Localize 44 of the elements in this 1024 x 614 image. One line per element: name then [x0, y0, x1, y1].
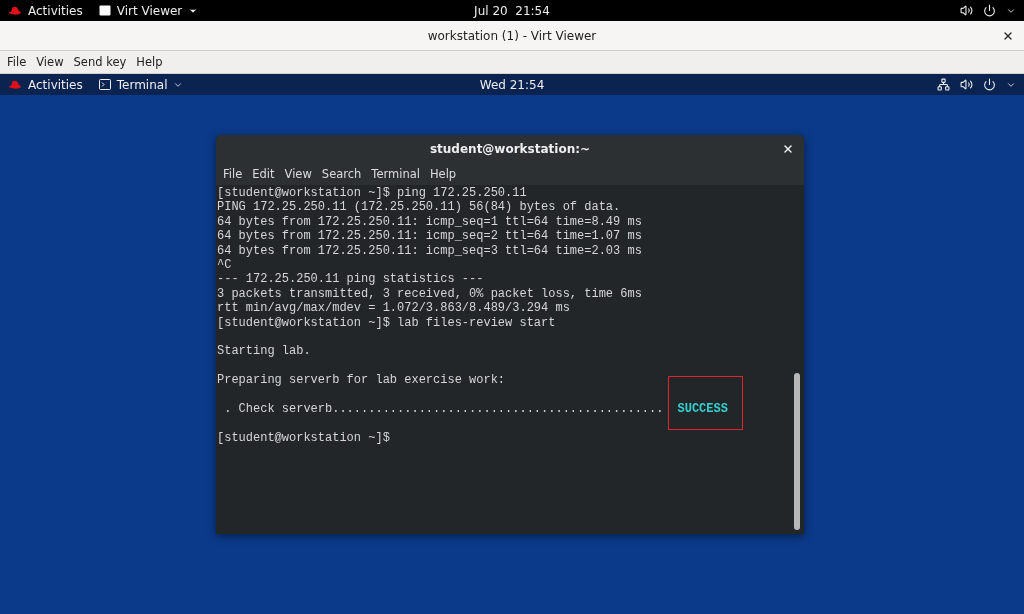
terminal-line: --- 172.25.250.11 ping statistics --- [217, 272, 485, 287]
menu-item[interactable]: File [3, 53, 31, 71]
volume-icon[interactable] [960, 4, 973, 17]
network-icon[interactable] [937, 78, 950, 91]
power-icon[interactable] [983, 78, 996, 91]
clock[interactable]: Wed 21:54 [479, 77, 545, 92]
terminal-icon [98, 79, 111, 90]
menu-item[interactable]: Help [132, 53, 167, 71]
app-menu[interactable]: Terminal [98, 77, 184, 92]
activities-button[interactable]: Activities [8, 77, 83, 92]
menu-item[interactable]: Send key [69, 53, 131, 71]
status-text: SUCCESS [677, 401, 728, 416]
window-icon [98, 5, 111, 16]
hat-logo [8, 5, 22, 16]
menu-item[interactable]: Terminal [367, 165, 424, 183]
app-menu[interactable]: Virt Viewer [98, 3, 199, 18]
terminal-line: rtt min/avg/max/mdev = 1.072/3.863/8.489/3.294 ms [217, 301, 571, 316]
terminal-line: 64 bytes from 172.25.250.11: icmp_seq=3 ttl=64 time=2.03 ms [217, 243, 643, 258]
power-icon[interactable] [983, 4, 996, 17]
menu-item[interactable]: View [280, 165, 316, 183]
menu-item[interactable]: Search [317, 165, 366, 183]
terminal-line: 3 packets transmitted, 3 received, 0% packet loss, time 6ms [217, 286, 643, 302]
terminal-line: 64 bytes from 172.25.250.11: icmp_seq=1 ttl=64 time=8.49 ms [217, 214, 643, 230]
terminal-line: [student@workstation ~]$ ping 172.25.250.11 [217, 186, 528, 201]
scrollbar-thumb[interactable] [794, 373, 800, 530]
terminal-line: . Check serverb.............................................. [223, 401, 664, 416]
terminal-line: Starting lab. [217, 344, 312, 359]
close-icon [782, 143, 794, 155]
activities-button[interactable]: Activities [8, 3, 83, 18]
menu-item[interactable]: Edit [248, 165, 279, 183]
menu-item[interactable]: View [32, 53, 68, 71]
terminal-line: PING 172.25.250.11 (172.25.250.11) 56(84) bytes of data. [217, 200, 622, 215]
terminal-line: 64 bytes from 172.25.250.11: icmp_seq=2 ttl=64 time=1.07 ms [217, 229, 643, 244]
terminal-line: Preparing serverb for lab exercise work: [217, 373, 507, 388]
clock[interactable]: Jul 20 21:54 [474, 3, 550, 18]
menu-item[interactable]: File [219, 165, 247, 183]
terminal-line: [student@workstation ~]$ lab files-review start [217, 315, 557, 330]
hat-logo [8, 79, 22, 90]
terminal-line: [student@workstation ~]$ [217, 430, 391, 446]
terminal-line: ^C [217, 257, 233, 273]
window-title: workstation (1) - Virt Viewer [427, 28, 597, 43]
volume-icon[interactable] [960, 78, 973, 91]
terminal-title: student@workstation:~ [429, 142, 591, 156]
menu-item[interactable]: Help [425, 165, 461, 183]
